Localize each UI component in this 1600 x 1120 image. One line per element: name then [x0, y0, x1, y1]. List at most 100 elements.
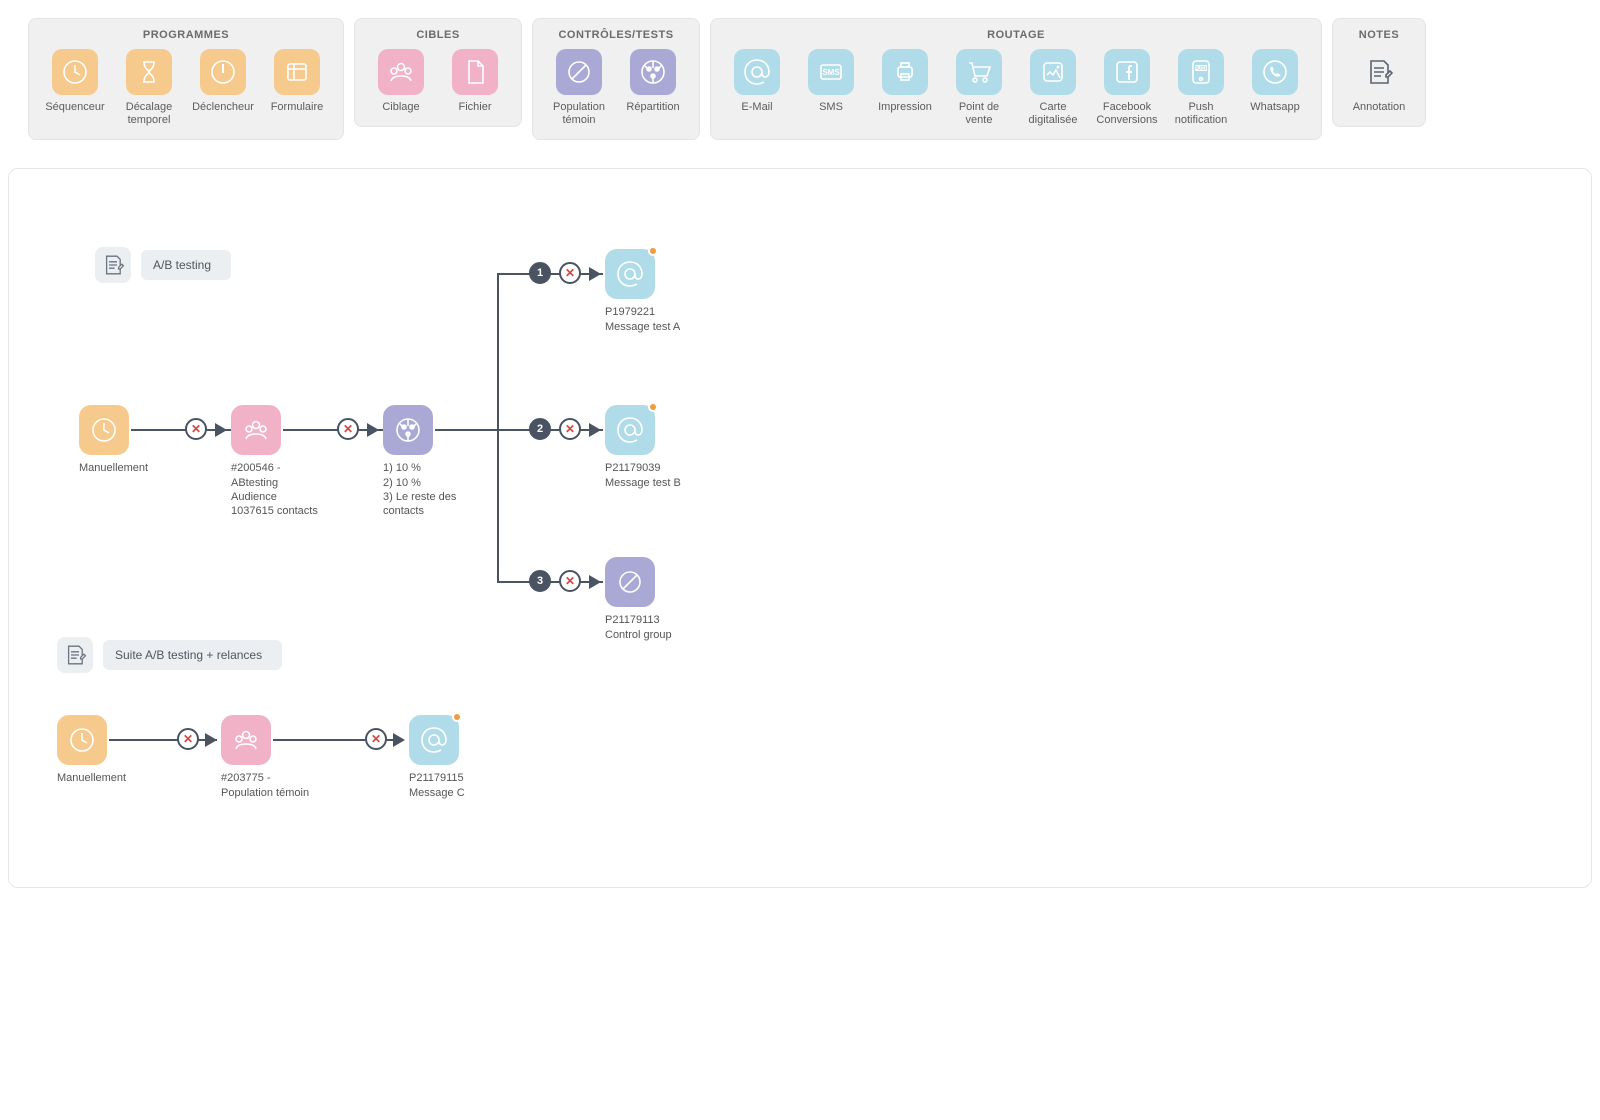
tool-email[interactable]: E-Mail: [723, 49, 791, 127]
tool-label: Population témoin: [545, 101, 613, 127]
tool-facebook[interactable]: Facebook Conversions: [1093, 49, 1161, 127]
node-email-a[interactable]: P1979221 Message test A: [605, 249, 680, 334]
delete-marker[interactable]: ✕: [559, 418, 581, 440]
connector: [497, 273, 499, 583]
tool-label: Ciblage: [382, 101, 419, 114]
branch-number-2: 2: [529, 418, 551, 440]
tool-label: Déclencheur: [192, 101, 254, 114]
arrowhead-icon: [205, 733, 217, 747]
tool-time-offset[interactable]: Décalage temporel: [115, 49, 183, 127]
tool-pos[interactable]: Point de vente: [945, 49, 1013, 127]
node-label: #200546 - ABtesting Audience 1037615 con…: [231, 461, 318, 518]
at-icon: [409, 715, 459, 765]
cart-icon: [956, 49, 1002, 95]
facebook-icon: [1104, 49, 1150, 95]
tool-targeting[interactable]: Ciblage: [367, 49, 435, 114]
note-dark-icon: [1356, 49, 1402, 95]
power-icon: [200, 49, 246, 95]
tool-digitized-card[interactable]: Carte digitalisée: [1019, 49, 1087, 127]
node-label: P1979221 Message test A: [605, 305, 680, 334]
tool-sequencer[interactable]: Séquenceur: [41, 49, 109, 127]
tool-whatsapp[interactable]: Whatsapp: [1241, 49, 1309, 127]
arrowhead-icon: [367, 423, 379, 437]
tool-trigger[interactable]: Déclencheur: [189, 49, 257, 127]
tool-label: Push notification: [1167, 101, 1235, 127]
status-dot: [648, 246, 658, 256]
status-dot: [648, 402, 658, 412]
tool-label: Facebook Conversions: [1093, 101, 1161, 127]
workflow-canvas: A/B testing Manuellement ✕ #200546 - ABt…: [8, 168, 1592, 888]
tool-label: Décalage temporel: [115, 101, 183, 127]
branch-number-1: 1: [529, 262, 551, 284]
arrowhead-icon: [589, 267, 601, 281]
tool-print[interactable]: Impression: [871, 49, 939, 127]
node-sequencer-manual-1[interactable]: Manuellement: [79, 405, 148, 475]
node-split[interactable]: 1) 10 % 2) 10 % 3) Le reste des contacts: [383, 405, 456, 518]
node-targeting-1[interactable]: #200546 - ABtesting Audience 1037615 con…: [231, 405, 318, 518]
tool-label: Séquenceur: [45, 101, 104, 114]
node-sequencer-manual-2[interactable]: Manuellement: [57, 715, 126, 785]
node-email-b[interactable]: P21179039 Message test B: [605, 405, 681, 490]
toolbar-group-cibles: CIBLESCiblageFichier: [354, 18, 522, 127]
delete-marker[interactable]: ✕: [177, 728, 199, 750]
status-dot: [452, 712, 462, 722]
people-icon: [231, 405, 281, 455]
branch-number-3: 3: [529, 570, 551, 592]
tool-label: Formulaire: [271, 101, 324, 114]
node-label: Manuellement: [57, 771, 126, 785]
node-label: #203775 - Population témoin: [221, 771, 309, 800]
card-icon: [1030, 49, 1076, 95]
note-icon: [95, 247, 131, 283]
tool-push[interactable]: Push notification: [1167, 49, 1235, 127]
tool-label: Annotation: [1353, 101, 1406, 114]
print-icon: [882, 49, 928, 95]
node-control-group[interactable]: P21179113 Control group: [605, 557, 672, 642]
tool-sms[interactable]: SMS: [797, 49, 865, 127]
toolbar-group-title: PROGRAMMES: [41, 29, 331, 41]
connector: [435, 429, 499, 431]
tool-form[interactable]: Formulaire: [263, 49, 331, 127]
tool-control-pop[interactable]: Population témoin: [545, 49, 613, 127]
tool-label: Répartition: [626, 101, 679, 114]
tool-annotation[interactable]: Annotation: [1345, 49, 1413, 114]
delete-marker[interactable]: ✕: [559, 570, 581, 592]
split-icon: [383, 405, 433, 455]
toolbar-group-title: ROUTAGE: [723, 29, 1309, 41]
arrowhead-icon: [393, 733, 405, 747]
tool-label: Fichier: [458, 101, 491, 114]
hourglass-icon: [126, 49, 172, 95]
delete-marker[interactable]: ✕: [559, 262, 581, 284]
toolbar-group-contr-les-tests: CONTRÔLES/TESTS Population témoin Répartit…: [532, 18, 700, 140]
section-ab-testing: A/B testing: [95, 247, 231, 283]
toolbar-group-notes: NOTES Annotation: [1332, 18, 1426, 127]
form-icon: [274, 49, 320, 95]
node-email-c[interactable]: P21179115 Message C: [409, 715, 465, 800]
toolbar-group-title: NOTES: [1345, 29, 1413, 41]
tool-label: Impression: [878, 101, 932, 114]
tool-file[interactable]: Fichier: [441, 49, 509, 114]
node-label: P21179113 Control group: [605, 613, 672, 642]
node-targeting-2[interactable]: #203775 - Population témoin: [221, 715, 309, 800]
clock-icon: [52, 49, 98, 95]
arrowhead-icon: [589, 575, 601, 589]
tool-split[interactable]: Répartition: [619, 49, 687, 127]
delete-marker[interactable]: ✕: [185, 418, 207, 440]
section-title-suite: Suite A/B testing + relances: [103, 640, 282, 670]
delete-marker[interactable]: ✕: [337, 418, 359, 440]
at-icon: [734, 49, 780, 95]
tool-label: Whatsapp: [1250, 101, 1300, 114]
slash-circle-icon: [556, 49, 602, 95]
section-title-ab: A/B testing: [141, 250, 231, 280]
node-label: P21179039 Message test B: [605, 461, 681, 490]
clock-icon: [57, 715, 107, 765]
connector: [109, 739, 217, 741]
at-icon: [605, 405, 655, 455]
tool-label: E-Mail: [741, 101, 772, 114]
people-icon: [221, 715, 271, 765]
whatsapp-icon: [1252, 49, 1298, 95]
node-label: P21179115 Message C: [409, 771, 465, 800]
toolbar-group-title: CONTRÔLES/TESTS: [545, 29, 687, 41]
delete-marker[interactable]: ✕: [365, 728, 387, 750]
note-icon: [57, 637, 93, 673]
push-icon: [1178, 49, 1224, 95]
